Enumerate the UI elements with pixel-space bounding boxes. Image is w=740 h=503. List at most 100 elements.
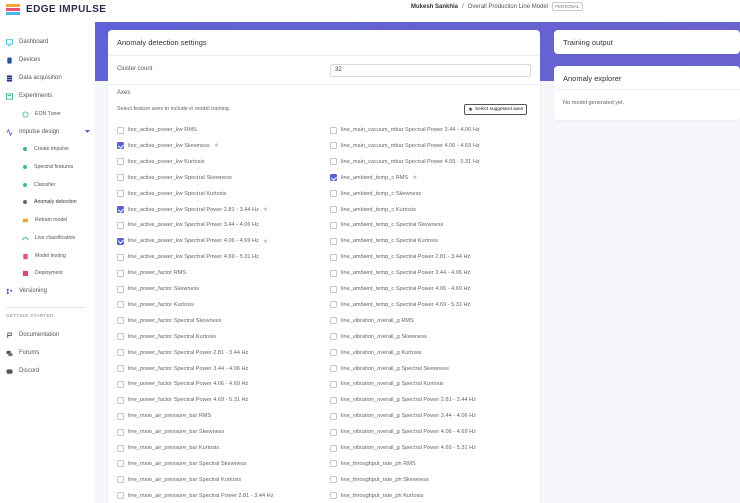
axis-checkbox[interactable]: [330, 221, 337, 229]
axis-checkbox[interactable]: [330, 285, 337, 293]
sidebar-item-live-classification[interactable]: Live classification: [22, 231, 75, 245]
axis-option[interactable]: line_power_factor Kurtosis: [117, 299, 194, 311]
axis-checkbox[interactable]: [117, 158, 124, 166]
axis-checkbox[interactable]: [330, 428, 337, 436]
axis-option[interactable]: line_main_air_pressure_bar Spectral Skew…: [117, 458, 246, 470]
axis-option[interactable]: line_throughput_rate_ph Skewness: [330, 474, 429, 486]
axis-checkbox[interactable]: [330, 444, 337, 452]
chevron-down-icon[interactable]: [85, 130, 90, 134]
axis-option[interactable]: line_throughput_rate_ph Kurtosis: [330, 490, 423, 502]
sidebar-item-data-acquisition[interactable]: Data acquisition: [6, 71, 62, 85]
axis-checkbox[interactable]: [117, 190, 124, 198]
axis-checkbox[interactable]: [117, 142, 124, 150]
axis-option[interactable]: line_vibration_overall_g RMS: [330, 315, 414, 327]
axis-checkbox[interactable]: [330, 126, 337, 134]
app-logo[interactable]: EDGE IMPULSE: [6, 4, 106, 15]
axis-checkbox[interactable]: [117, 174, 124, 182]
axis-option[interactable]: line_ambient_temp_c Skewness: [330, 188, 421, 200]
axis-checkbox[interactable]: [330, 142, 337, 150]
axis-option[interactable]: line_power_factor Skewness: [117, 283, 199, 295]
axis-checkbox[interactable]: [330, 158, 337, 166]
axis-checkbox[interactable]: [330, 412, 337, 420]
axis-option[interactable]: line_vibration_overall_g Spectral Power …: [330, 426, 476, 438]
axis-option[interactable]: line_main_air_pressure_bar Spectral Powe…: [117, 490, 274, 502]
axis-option[interactable]: line_main_air_pressure_bar RMS: [117, 410, 211, 422]
axis-option[interactable]: line_vibration_overall_g Spectral Power …: [330, 442, 476, 454]
axis-checkbox[interactable]: [117, 396, 124, 404]
axis-option[interactable]: line_main_vacuum_mbar Spectral Power 4.0…: [330, 140, 480, 152]
axis-checkbox[interactable]: [117, 333, 124, 341]
axis-option[interactable]: line_active_power_kw Spectral Power 3.44…: [117, 219, 259, 231]
axis-checkbox[interactable]: [117, 444, 124, 452]
axis-option[interactable]: line_active_power_kw Spectral Skewness: [117, 172, 232, 184]
axis-checkbox[interactable]: [117, 317, 124, 325]
axis-option[interactable]: line_main_vacuum_mbar Spectral Power 4.6…: [330, 156, 480, 168]
axis-checkbox[interactable]: [330, 190, 337, 198]
axis-checkbox[interactable]: [330, 460, 337, 468]
sidebar-item-impulse-design[interactable]: Impulse design: [6, 125, 90, 139]
axis-checkbox[interactable]: [330, 349, 337, 357]
axis-checkbox[interactable]: [117, 380, 124, 388]
axis-option[interactable]: line_ambient_temp_c Spectral Power 4.69 …: [330, 299, 470, 311]
sidebar-item-spectral-features[interactable]: Spectral features: [22, 160, 73, 174]
axis-option[interactable]: line_vibration_overall_g Skewness: [330, 331, 427, 343]
axis-checkbox[interactable]: [117, 365, 124, 372]
axis-option[interactable]: line_ambient_temp_c Spectral Power 3.44 …: [330, 267, 470, 279]
axis-checkbox[interactable]: [330, 492, 337, 500]
axis-option[interactable]: line_active_power_kw Spectral Kurtosis: [117, 188, 227, 200]
axis-option[interactable]: line_active_power_kw Spectral Power 4.06…: [117, 235, 268, 247]
sidebar-item-devices[interactable]: Devices: [6, 53, 40, 67]
sidebar-item-eon-tuner[interactable]: EON Tuner: [22, 107, 61, 121]
axis-option[interactable]: line_active_power_kw RMS: [117, 124, 197, 136]
axis-checkbox[interactable]: [117, 269, 124, 277]
axis-checkbox[interactable]: [117, 206, 124, 213]
axis-checkbox[interactable]: [117, 253, 124, 261]
axis-option[interactable]: line_active_power_kw Spectral Power 2.81…: [117, 204, 268, 216]
select-suggested-axes-button[interactable]: ★ Select suggested axes: [464, 104, 528, 115]
sidebar-item-model-testing[interactable]: Model testing: [22, 249, 66, 263]
sidebar-item-documentation[interactable]: Documentation: [6, 328, 59, 342]
axis-checkbox[interactable]: [117, 428, 124, 436]
axis-checkbox[interactable]: [117, 285, 124, 293]
axis-checkbox[interactable]: [330, 237, 337, 245]
breadcrumb-user[interactable]: Mukesh Sankhla: [411, 4, 458, 10]
axis-checkbox[interactable]: [117, 221, 124, 229]
axis-option[interactable]: line_ambient_temp_c Spectral Power 4.06 …: [330, 283, 470, 295]
axis-option[interactable]: line_vibration_overall_g Spectral Power …: [330, 394, 476, 406]
axis-option[interactable]: line_power_factor Spectral Skewness: [117, 315, 221, 327]
sidebar-item-deployment[interactable]: Deployment: [22, 266, 63, 280]
sidebar-item-create-impulse[interactable]: Create impulse: [22, 142, 69, 156]
axis-checkbox[interactable]: [330, 174, 337, 182]
axis-checkbox[interactable]: [330, 206, 337, 213]
axis-option[interactable]: line_power_factor Spectral Power 2.81 - …: [117, 347, 248, 359]
axis-checkbox[interactable]: [330, 269, 337, 277]
cluster-count-input[interactable]: 32: [330, 64, 531, 77]
breadcrumb-project[interactable]: Overall Production Line Model: [468, 4, 548, 10]
axis-option[interactable]: line_active_power_kw Spectral Power 4.69…: [117, 251, 259, 263]
axis-option[interactable]: line_main_vacuum_mbar Spectral Power 3.4…: [330, 124, 480, 136]
axis-checkbox[interactable]: [330, 301, 337, 309]
axis-option[interactable]: line_active_power_kw Kurtosis: [117, 156, 205, 168]
sidebar-item-dashboard[interactable]: Dashboard: [6, 35, 48, 49]
axis-checkbox[interactable]: [117, 476, 124, 484]
axis-option[interactable]: line_active_power_kw Skewness ★: [117, 140, 219, 152]
axis-checkbox[interactable]: [117, 237, 124, 245]
axis-checkbox[interactable]: [117, 301, 124, 309]
sidebar-item-discord[interactable]: Discord: [6, 364, 39, 378]
sidebar-item-experiments[interactable]: Experiments: [6, 89, 52, 103]
axis-option[interactable]: line_ambient_temp_c Spectral Kurtosis: [330, 235, 438, 247]
axis-checkbox[interactable]: [330, 317, 337, 325]
axis-checkbox[interactable]: [330, 333, 337, 341]
axis-option[interactable]: line_power_factor Spectral Power 4.69 - …: [117, 394, 248, 406]
axis-checkbox[interactable]: [117, 492, 124, 500]
axis-option[interactable]: line_vibration_overall_g Spectral Power …: [330, 410, 476, 422]
axis-option[interactable]: line_ambient_temp_c Spectral Power 2.81 …: [330, 251, 470, 263]
axis-checkbox[interactable]: [330, 253, 337, 261]
axis-checkbox[interactable]: [117, 412, 124, 420]
axis-checkbox[interactable]: [117, 460, 124, 468]
axis-checkbox[interactable]: [330, 365, 337, 372]
axis-option[interactable]: line_vibration_overall_g Spectral Kurtos…: [330, 378, 444, 390]
axis-option[interactable]: line_main_air_pressure_bar Skewness: [117, 426, 224, 438]
sidebar-item-forums[interactable]: Forums: [6, 346, 39, 360]
sidebar-item-classifier[interactable]: Classifier: [22, 178, 55, 192]
